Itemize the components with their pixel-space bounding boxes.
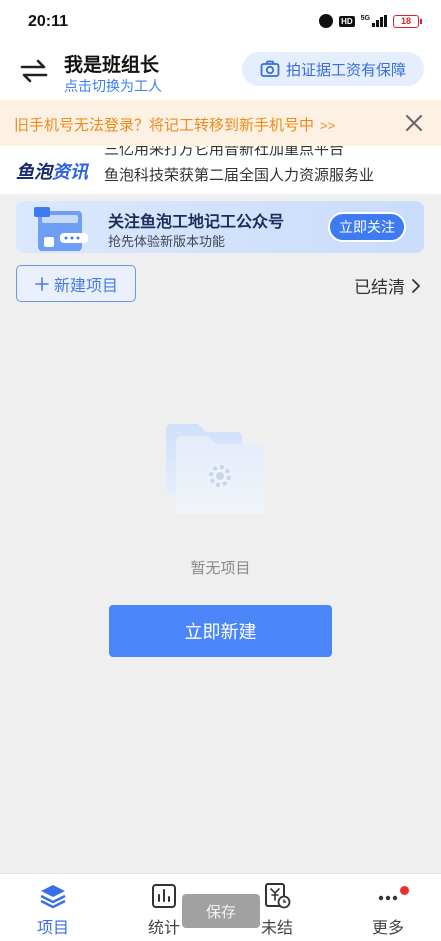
status-time: 20:11 bbox=[28, 13, 69, 30]
yuan-clock-icon bbox=[265, 883, 291, 909]
evidence-guarantee-button[interactable]: 拍证据工资有保障 bbox=[242, 52, 424, 86]
tab-label: 更多 bbox=[371, 920, 404, 937]
settled-projects-link[interactable]: 已结清 bbox=[354, 273, 421, 298]
new-project-label: 新建项目 bbox=[53, 277, 118, 295]
role-title[interactable]: 我是班组长 bbox=[64, 50, 159, 77]
signal-icon: 5G bbox=[361, 15, 387, 27]
header: 我是班组长 点击切换为工人 拍证据工资有保障 bbox=[0, 44, 441, 100]
notification-dot bbox=[400, 886, 409, 895]
battery-icon: 18 bbox=[393, 14, 422, 28]
layers-icon bbox=[40, 885, 66, 909]
switch-role-icon[interactable] bbox=[18, 56, 50, 86]
settled-label: 已结清 bbox=[354, 278, 405, 297]
follow-now-button[interactable]: 立即关注 bbox=[328, 212, 406, 242]
hd-icon: HD bbox=[339, 15, 355, 27]
news-ticker[interactable]: 鱼泡资讯 三亿用采打方它用音新社加重点平台 鱼泡科技荣获第二届全国人力资源服务业 bbox=[0, 146, 441, 194]
tab-label: 项目 bbox=[36, 920, 69, 937]
banner-subtitle: 抢先体验新版本功能 bbox=[108, 234, 226, 249]
tab-projects[interactable]: 项目 bbox=[8, 882, 98, 938]
close-icon[interactable] bbox=[403, 112, 425, 134]
notice-message: 旧手机号无法登录？将记工转移到新手机号中 bbox=[14, 117, 315, 134]
guarantee-label: 拍证据工资有保障 bbox=[285, 61, 406, 79]
create-now-button[interactable]: 立即新建 bbox=[109, 605, 332, 657]
news-logo-part1: 鱼泡 bbox=[16, 162, 52, 182]
tab-label: 未结 bbox=[260, 920, 293, 937]
news-logo-part2: 资讯 bbox=[52, 162, 88, 182]
plus-icon bbox=[35, 276, 49, 291]
follow-account-banner[interactable]: 关注鱼泡工地记工公众号 抢先体验新版本功能 立即关注 bbox=[16, 201, 424, 253]
phone-migration-notice[interactable]: 旧手机号无法登录？将记工转移到新手机号中 >> bbox=[0, 100, 441, 146]
chat-phone-illustration bbox=[34, 207, 88, 251]
save-toast: 保存 bbox=[182, 894, 260, 928]
news-item-previous[interactable]: 三亿用采打方它用音新社加重点平台 bbox=[104, 146, 344, 159]
tab-more[interactable]: 更多 bbox=[343, 882, 433, 938]
news-item-current[interactable]: 鱼泡科技荣获第二届全国人力资源服务业 bbox=[104, 164, 374, 185]
camera-icon bbox=[260, 60, 280, 77]
banner-title: 关注鱼泡工地记工公众号 bbox=[108, 214, 285, 231]
alarm-icon bbox=[319, 14, 334, 28]
chevron-right-icon bbox=[412, 278, 420, 293]
status-icons: HD 5G 18 bbox=[319, 14, 422, 28]
more-dots-icon bbox=[378, 895, 398, 901]
tab-label: 统计 bbox=[147, 920, 180, 937]
empty-state-text: 暂无项目 bbox=[190, 560, 251, 577]
bar-chart-icon bbox=[152, 884, 176, 908]
new-project-button[interactable]: 新建项目 bbox=[16, 265, 136, 302]
notice-arrow: >> bbox=[320, 118, 336, 133]
network-label: 5G bbox=[360, 15, 370, 22]
notice-text: 旧手机号无法登录？将记工转移到新手机号中 >> bbox=[14, 114, 335, 135]
news-logo: 鱼泡资讯 bbox=[16, 158, 88, 184]
switch-role-link[interactable]: 点击切换为工人 bbox=[64, 76, 162, 96]
status-bar: 20:11 HD 5G 18 bbox=[0, 0, 441, 44]
empty-folder-icon bbox=[166, 424, 264, 514]
